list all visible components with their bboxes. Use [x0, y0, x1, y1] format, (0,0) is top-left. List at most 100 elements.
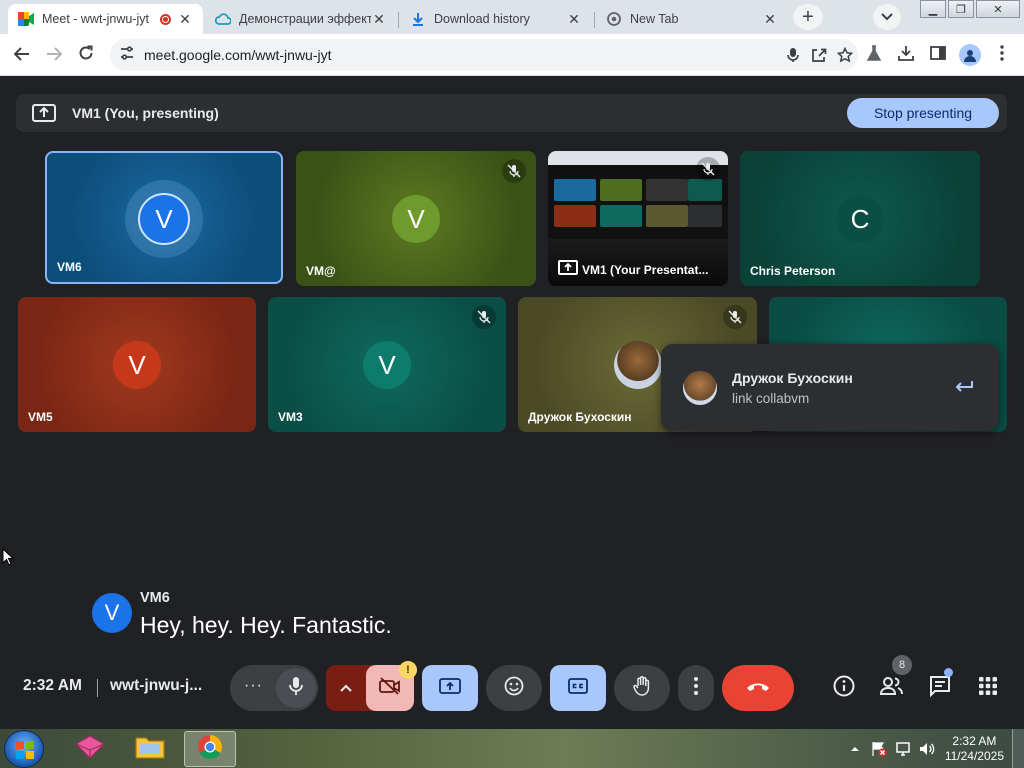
chat-message-text: link collabvm [732, 391, 810, 406]
participant-avatar: V [138, 193, 190, 245]
side-panel-icon [930, 45, 946, 65]
reload-button[interactable] [74, 43, 98, 67]
tab-download-history[interactable]: Download history ✕ [400, 4, 592, 34]
tab-separator [398, 12, 399, 28]
chat-message-popup[interactable]: Дружок Бухоскин link collabvm [661, 344, 999, 431]
downloads-button[interactable] [894, 43, 918, 67]
site-info-icon[interactable] [120, 45, 134, 65]
action-center-flag-icon[interactable] [870, 740, 888, 758]
show-desktop-button[interactable] [1012, 729, 1024, 768]
taskbar-clock[interactable]: 2:32 AM 11/24/2025 [945, 734, 1004, 764]
microphone-icon[interactable] [780, 42, 806, 68]
address-bar[interactable]: meet.google.com/wwt-jnwu-jyt [110, 39, 858, 71]
tab-new-tab[interactable]: New Tab ✕ [596, 4, 788, 34]
present-now-button[interactable] [422, 665, 478, 711]
close-window-button[interactable]: ✕ [976, 0, 1020, 18]
people-count-badge: 8 [892, 655, 912, 675]
windows-start-button[interactable] [4, 730, 44, 768]
stop-presenting-button[interactable]: Stop presenting [847, 98, 999, 128]
tab-demonstrations[interactable]: Демонстрации эффект ✕ [205, 4, 397, 34]
share-icon[interactable] [806, 42, 832, 68]
profile-button[interactable] [958, 43, 982, 67]
camera-warning-badge: ! [399, 661, 417, 679]
hand-icon [633, 675, 651, 701]
tab-search-button[interactable] [873, 4, 901, 30]
participant-name: Дружок Бухоскин [528, 410, 632, 424]
reply-icon[interactable] [951, 374, 977, 400]
info-icon [833, 675, 855, 702]
camera-off-icon [379, 676, 401, 700]
leave-call-button[interactable] [722, 665, 794, 711]
taskbar-file-explorer[interactable] [124, 731, 176, 767]
recording-icon [160, 13, 171, 25]
cloud-icon [215, 11, 231, 27]
chat-icon [929, 675, 951, 702]
camera-options-button[interactable] [340, 679, 352, 697]
participant-avatar: V [363, 341, 411, 389]
clock-date: 11/24/2025 [944, 748, 1004, 763]
close-tab-icon[interactable]: ✕ [177, 11, 193, 28]
participant-name: VM@ [306, 264, 336, 278]
forward-button[interactable] [42, 43, 66, 67]
more-options-button[interactable] [678, 665, 714, 711]
browser-menu-button[interactable] [990, 43, 1014, 67]
participant-tile[interactable]: C Chris Peterson [740, 151, 980, 286]
window-controls: ▁ ❐ ✕ [918, 0, 1020, 18]
clock-time: 2:32 AM [952, 733, 997, 748]
participant-tile[interactable]: V VM@ [296, 151, 536, 286]
audio-control-group: ··· [230, 665, 318, 711]
kebab-menu-icon [1000, 44, 1004, 66]
show-hidden-icons-icon[interactable] [846, 740, 864, 758]
mini-tile [554, 205, 596, 227]
participant-avatar: C [836, 195, 884, 243]
flask-icon [866, 44, 882, 66]
windows-logo-icon [16, 741, 34, 764]
download-icon [898, 45, 914, 66]
bookmark-star-icon[interactable] [832, 42, 858, 68]
people-icon [879, 676, 904, 700]
participant-tile[interactable]: V VM6 [45, 151, 283, 284]
chrome-icon [606, 11, 622, 27]
extensions-button[interactable] [862, 43, 886, 67]
microphone-button[interactable] [276, 668, 316, 708]
participant-name: VM5 [28, 410, 53, 424]
activities-button[interactable] [972, 665, 1004, 711]
reactions-button[interactable] [486, 665, 542, 711]
mini-tile [688, 205, 722, 227]
maximize-button[interactable]: ❐ [948, 0, 974, 18]
meet-stage: VM1 (You, presenting) Stop presenting V … [0, 77, 1024, 729]
raise-hand-button[interactable] [614, 665, 670, 711]
meeting-time: 2:32 AM [23, 677, 82, 694]
tab-title: Meet - wwt-jnwu-jyt [42, 12, 149, 26]
side-panel-button[interactable] [926, 43, 950, 67]
new-tab-button[interactable]: + [793, 4, 823, 30]
taskbar-chrome[interactable] [184, 731, 236, 767]
divider [97, 679, 98, 697]
participant-name: VM6 [57, 260, 82, 274]
participant-avatar: V [392, 195, 440, 243]
presentation-tile[interactable]: VM1 (Your Presentat... [548, 151, 728, 286]
kebab-menu-icon [694, 676, 698, 700]
folder-icon [134, 734, 166, 765]
captions-button[interactable] [550, 665, 606, 711]
browser-toolbar: meet.google.com/wwt-jnwu-jyt [0, 34, 1024, 76]
mini-tile [554, 179, 596, 201]
minimize-button[interactable]: ▁ [920, 0, 946, 18]
audio-settings-button[interactable]: ··· [244, 677, 263, 695]
close-tab-icon[interactable]: ✕ [371, 11, 387, 28]
network-icon[interactable] [894, 740, 912, 758]
close-tab-icon[interactable]: ✕ [566, 11, 582, 28]
arrow-left-icon [13, 45, 30, 66]
url-text: meet.google.com/wwt-jnwu-jyt [144, 47, 332, 63]
volume-icon[interactable] [918, 740, 936, 758]
back-button[interactable] [10, 43, 34, 67]
meeting-details-button[interactable] [828, 665, 860, 711]
emoji-icon [504, 676, 524, 701]
participant-tile[interactable]: V VM3 [268, 297, 506, 432]
tab-meet[interactable]: Meet - wwt-jnwu-jyt ✕ [8, 4, 203, 34]
participant-tile[interactable]: V VM5 [18, 297, 256, 432]
chevron-down-icon [881, 8, 893, 26]
participant-name: VM1 (Your Presentat... [582, 263, 709, 277]
close-tab-icon[interactable]: ✕ [762, 11, 778, 28]
taskbar-app-pink[interactable] [64, 731, 116, 767]
